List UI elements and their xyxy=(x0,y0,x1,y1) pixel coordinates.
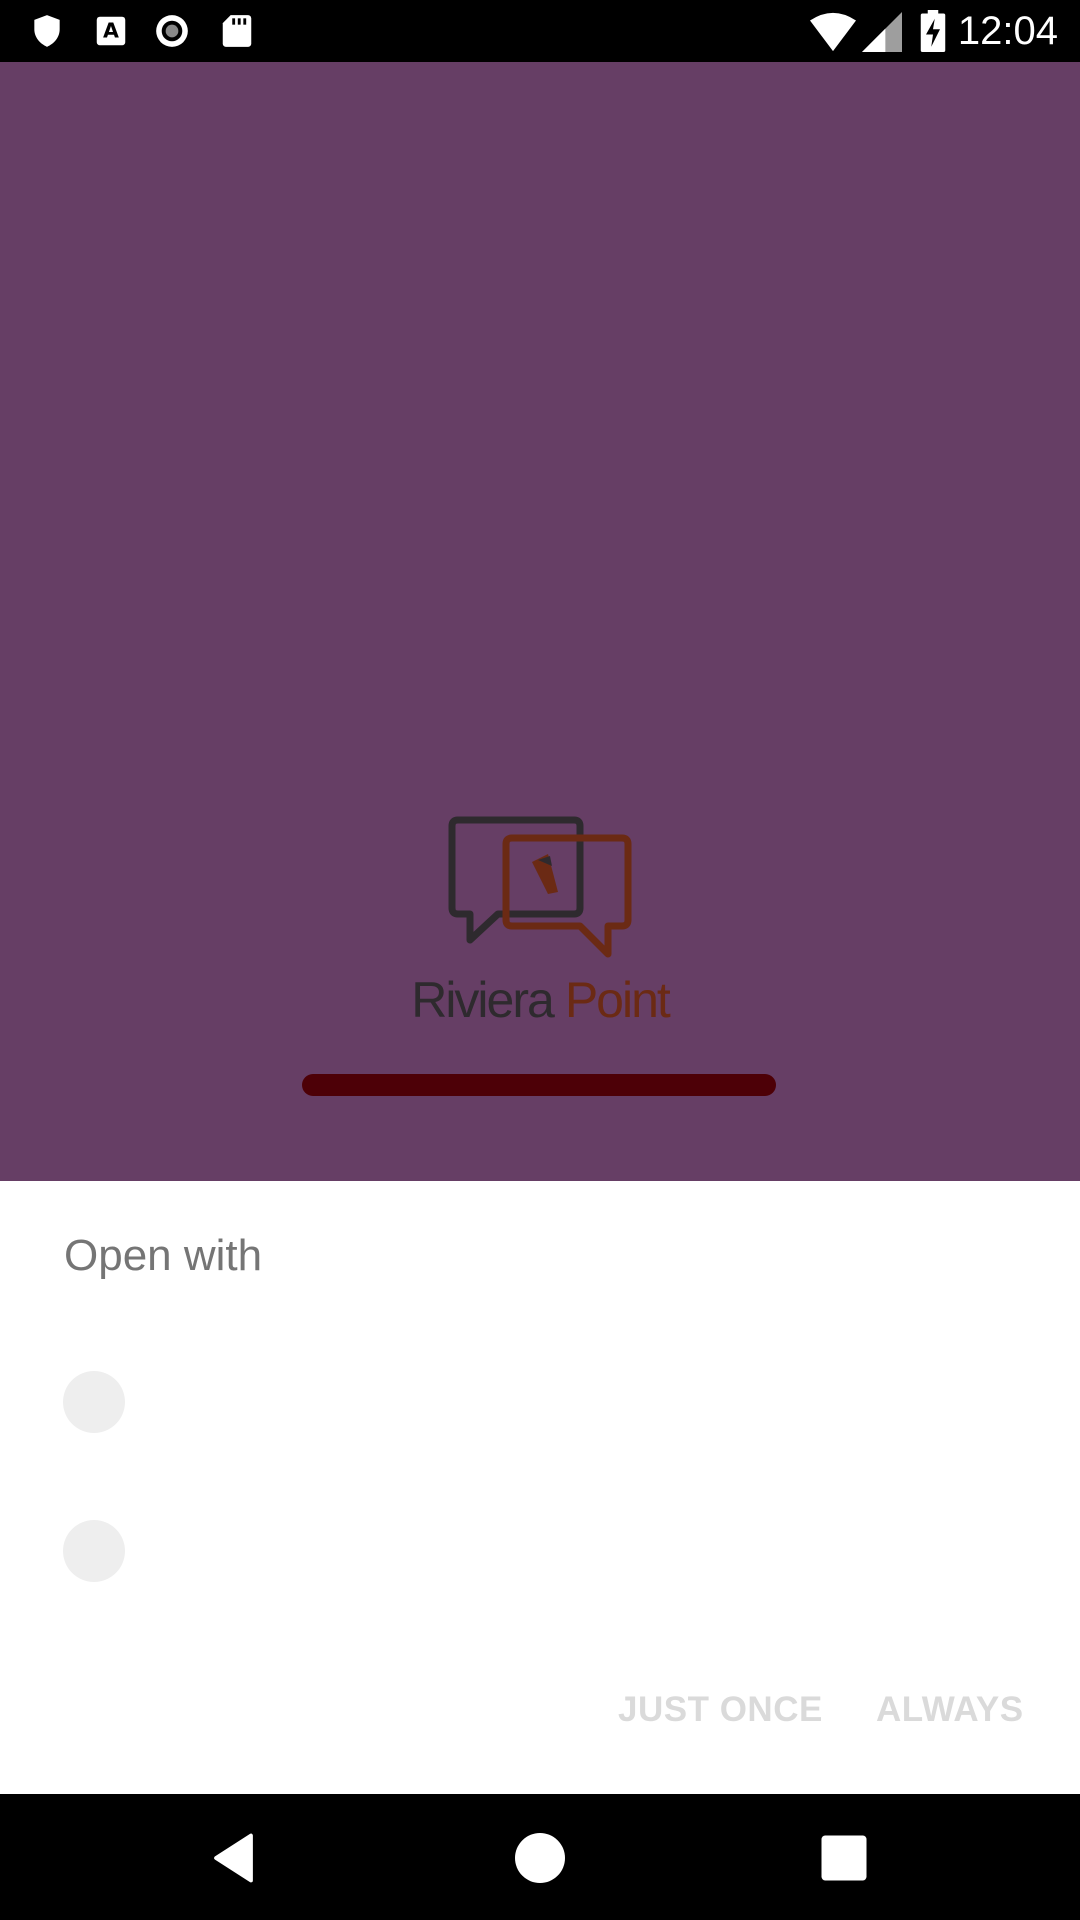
brand-word-riviera: Riviera xyxy=(411,972,555,1028)
just-once-button[interactable]: JUST ONCE xyxy=(618,1686,823,1734)
app-option-1-icon[interactable] xyxy=(63,1371,125,1433)
font-icon: A xyxy=(96,16,126,46)
navigation-bar xyxy=(0,1794,1080,1920)
loading-progress-bar xyxy=(302,1074,776,1096)
shield-icon xyxy=(34,15,60,47)
wifi-icon xyxy=(810,12,856,52)
status-bar: A 12:04 xyxy=(0,0,1080,62)
svg-text:A: A xyxy=(103,18,119,42)
riviera-point-logo-icon xyxy=(448,816,632,958)
brand-name: Riviera Point xyxy=(0,970,1080,1030)
open-with-title: Open with xyxy=(64,1231,263,1280)
record-icon xyxy=(156,15,188,47)
status-time: 12:04 xyxy=(957,9,1058,53)
always-button[interactable]: ALWAYS xyxy=(876,1686,1024,1734)
signal-icon xyxy=(862,12,902,52)
back-icon[interactable] xyxy=(206,1828,266,1888)
home-icon[interactable] xyxy=(510,1828,570,1888)
battery-charging-icon xyxy=(920,10,946,52)
app-option-2-icon[interactable] xyxy=(63,1520,125,1582)
recents-icon[interactable] xyxy=(814,1828,874,1888)
sd-card-icon xyxy=(222,15,252,47)
brand-word-point: Point xyxy=(564,972,671,1028)
